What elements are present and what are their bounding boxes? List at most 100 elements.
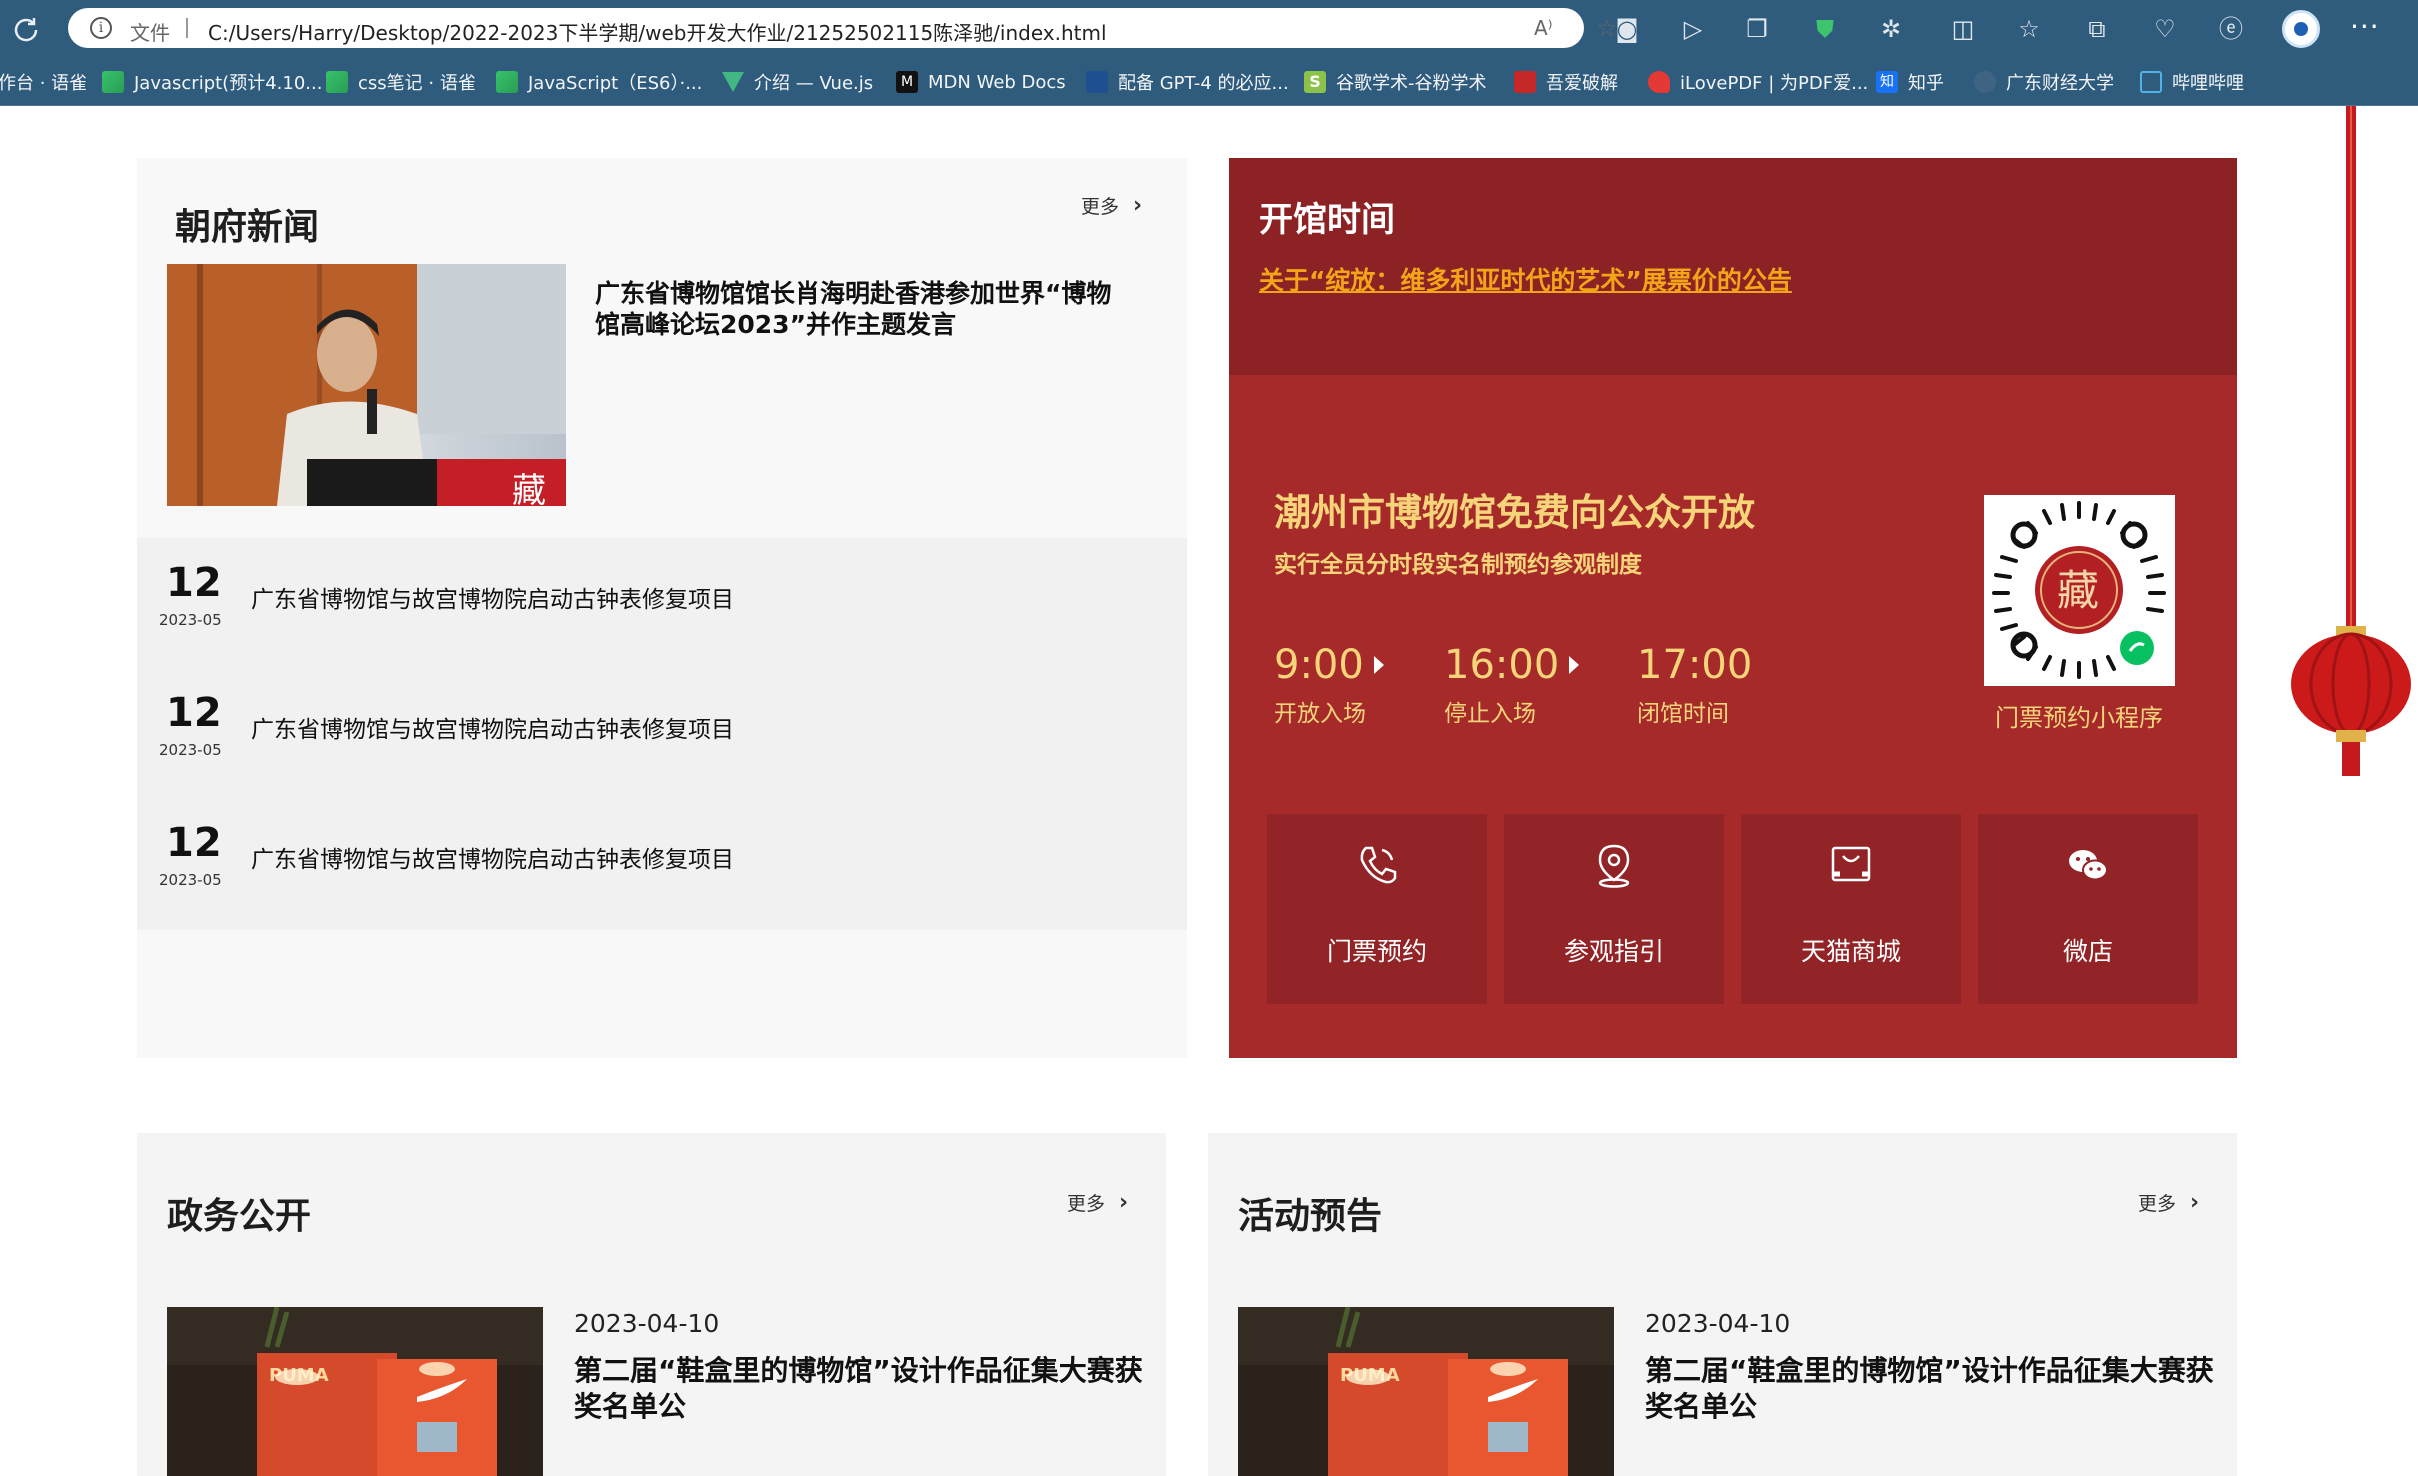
news-section: 朝府新闻 更多 › 藏 广东省博物馆馆长肖海明赴香港参加世界“博物馆高峰论坛20…	[137, 158, 1187, 1058]
bilibili-icon	[2140, 71, 2162, 93]
article-thumbnail[interactable]: PUMA	[167, 1307, 543, 1476]
more-link[interactable]: 更多 ›	[1067, 1189, 1128, 1216]
bookmark-item[interactable]: 配备 GPT-4 的必应...	[1086, 58, 1289, 106]
section-title: 朝府新闻	[175, 207, 320, 248]
collections-icon[interactable]: ⧉	[2082, 14, 2112, 44]
bookmark-item[interactable]: 哔哩哔哩	[2140, 58, 2244, 106]
bookmark-label: JavaScript（ES6）·...	[528, 73, 703, 94]
edge-bar-icon[interactable]: ⓔ	[2216, 14, 2246, 44]
qr-label: 门票预约小程序	[1995, 704, 2163, 732]
bing-icon	[1086, 71, 1108, 93]
news-day: 12	[166, 820, 222, 866]
split-screen-icon[interactable]: ◫	[1948, 14, 1978, 44]
more-link[interactable]: 更多 ›	[1081, 192, 1142, 219]
bookmark-item[interactable]: css笔记 · 语雀	[326, 58, 476, 106]
play-icon[interactable]: ▷	[1678, 14, 1708, 44]
browser-toolbar: i 文件 C:/Users/Harry/Desktop/2022-2023下半学…	[0, 0, 2418, 58]
section-title: 开馆时间	[1259, 200, 1395, 240]
favorites-icon[interactable]: ☆	[2014, 14, 2044, 44]
service-label: 门票预约	[1326, 937, 1427, 966]
triangle-right-icon	[1569, 656, 1580, 674]
service-label: 参观指引	[1563, 937, 1664, 966]
extensions-puzzle-icon[interactable]: ✲	[1876, 14, 1906, 44]
bookmark-label: 作台 · 语雀	[0, 73, 88, 94]
phone-icon	[1360, 846, 1397, 884]
copy-icon[interactable]: ❐	[1742, 14, 1772, 44]
hours-header: 开馆时间 关于“绽放：维多利亚时代的艺术”展票价的公告	[1229, 158, 2237, 375]
news-list-item[interactable]: 12 2023-05 广东省博物馆与故宫博物院启动古钟表修复项目	[137, 538, 1187, 638]
browser-essentials-icon[interactable]: ♡	[2150, 14, 2180, 44]
address-bar[interactable]: i 文件 C:/Users/Harry/Desktop/2022-2023下半学…	[68, 8, 1618, 48]
scholar-icon: S	[1304, 71, 1326, 93]
qr-seal-text: 藏	[2057, 566, 2099, 615]
bookmark-label: iLovePDF | 为PDF爱...	[1680, 73, 1869, 94]
section-title: 政务公开	[167, 1196, 312, 1237]
free-admission-title: 潮州市博物馆免费向公众开放	[1274, 491, 1755, 534]
service-ticket-booking[interactable]: 门票预约	[1267, 814, 1487, 1004]
mini-program-qr-code[interactable]: 藏	[1984, 495, 2175, 686]
read-aloud-icon[interactable]: A⁾	[1534, 16, 1553, 40]
bookmark-item[interactable]: 作台 · 语雀	[0, 58, 87, 106]
bookmark-item[interactable]: 吾爱破解	[1514, 58, 1618, 106]
url-text[interactable]: C:/Users/Harry/Desktop/2022-2023下半学期/web…	[208, 17, 1107, 46]
more-link[interactable]: 更多 ›	[2138, 1189, 2199, 1216]
news-text: 广东省博物馆与故宫博物院启动古钟表修复项目	[251, 717, 734, 743]
bookmark-item[interactable]: S 谷歌学术-谷粉学术	[1304, 58, 1487, 106]
time-label: 开放入场	[1274, 701, 1366, 727]
bookmark-item[interactable]: JavaScript（ES6）·...	[496, 58, 702, 106]
article-thumbnail[interactable]: PUMA	[1238, 1307, 1614, 1476]
zhihu-icon: 知	[1876, 71, 1898, 93]
chevron-right-icon: ›	[2190, 1190, 2200, 1215]
reload-icon[interactable]	[10, 14, 42, 46]
article-title[interactable]: 第二届“鞋盒里的博物馆”设计作品征集大赛获奖名单公	[1645, 1353, 2215, 1425]
bookmark-item[interactable]: 知知乎	[1876, 58, 1944, 106]
bookmark-label: 介绍 — Vue.js	[754, 73, 874, 94]
seal-text: 藏	[512, 471, 546, 506]
bookmark-item[interactable]: Javascript(预计4.10...	[102, 58, 322, 106]
news-photo[interactable]: 藏	[167, 264, 566, 506]
time-value: 16:00	[1444, 642, 1560, 688]
yuque-icon	[102, 71, 124, 93]
university-icon	[1974, 71, 1996, 93]
bookmark-label: 哔哩哔哩	[2172, 73, 2244, 94]
news-day: 12	[166, 690, 222, 736]
bookmark-item[interactable]: M MDN Web Docs	[896, 58, 1066, 106]
info-icon[interactable]: i	[90, 17, 112, 39]
news-text: 广东省博物馆与故宫博物院启动古钟表修复项目	[251, 847, 734, 873]
shield-icon[interactable]: ⛊	[1810, 14, 1840, 44]
news-year-month: 2023-05	[159, 741, 222, 759]
time-stop-entry: 16:00	[1444, 642, 1580, 688]
red-lantern-decoration	[2291, 106, 2411, 776]
vue-icon	[722, 72, 744, 92]
time-close: 17:00	[1637, 642, 1752, 688]
article-title[interactable]: 第二届“鞋盒里的博物馆”设计作品征集大赛获奖名单公	[574, 1353, 1144, 1425]
service-visit-guide[interactable]: 参观指引	[1504, 814, 1724, 1004]
service-wechat-shop[interactable]: 微店	[1978, 814, 2198, 1004]
opening-hours-section: 开馆时间 关于“绽放：维多利亚时代的艺术”展票价的公告 潮州市博物馆免费向公众开…	[1229, 158, 2237, 1058]
protocol-label: 文件	[130, 21, 170, 45]
more-label: 更多	[1081, 196, 1120, 218]
bookmark-item[interactable]: 广东财经大学	[1974, 58, 2114, 106]
bookmark-label: css笔记 · 语雀	[358, 73, 476, 94]
notice-link[interactable]: 关于“绽放：维多利亚时代的艺术”展票价的公告	[1259, 261, 1792, 297]
profile-avatar[interactable]	[2282, 10, 2320, 48]
news-list-item[interactable]: 12 2023-05 广东省博物馆与故宫博物院启动古钟表修复项目	[137, 798, 1187, 898]
yuque-icon	[326, 71, 348, 93]
news-list-item[interactable]: 12 2023-05 广东省博物馆与故宫博物院启动古钟表修复项目	[137, 668, 1187, 768]
triangle-right-icon	[1373, 656, 1384, 674]
yuque-icon	[496, 71, 518, 93]
news-headline[interactable]: 广东省博物馆馆长肖海明赴香港参加世界“博物馆高峰论坛2023”并作主题发言	[595, 278, 1135, 340]
article-date: 2023-04-10	[1645, 1309, 1791, 1338]
wechat-icon	[2069, 850, 2108, 881]
extension-mask-icon[interactable]: ◙	[1612, 14, 1642, 44]
mdn-icon: M	[896, 71, 918, 93]
news-year-month: 2023-05	[159, 871, 222, 889]
more-menu-icon[interactable]: ···	[2350, 10, 2380, 43]
bookmark-item[interactable]: 介绍 — Vue.js	[722, 58, 873, 106]
time-value: 9:00	[1274, 642, 1364, 688]
events-section: 活动预告 更多 › PUMA 2023-04-10 第二届“鞋盒里的博物馆”设计…	[1208, 1133, 2237, 1476]
service-tmall-store[interactable]: 天猫商城	[1741, 814, 1961, 1004]
bookmarks-bar: 作台 · 语雀 Javascript(预计4.10... css笔记 · 语雀 …	[0, 58, 2418, 106]
bookmark-item[interactable]: iLovePDF | 为PDF爱...	[1648, 58, 1868, 106]
more-label: 更多	[2138, 1193, 2177, 1215]
